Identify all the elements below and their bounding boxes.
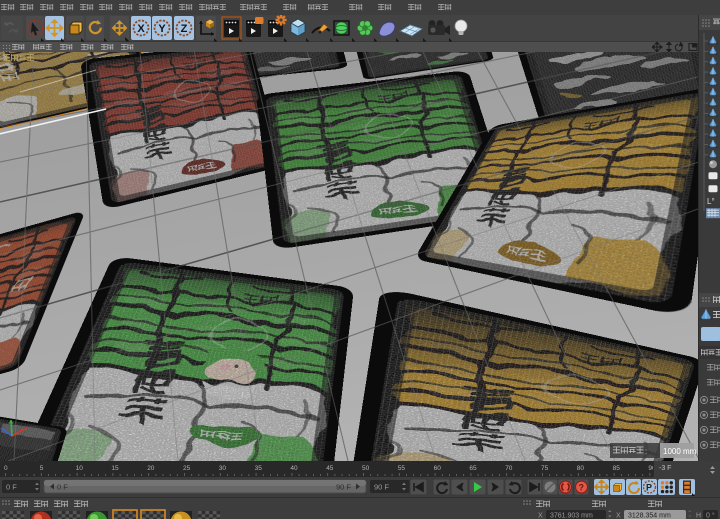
svg-text:55: 55 [398, 465, 406, 472]
svg-text:Z: Z [181, 23, 188, 35]
svg-text:40: 40 [290, 465, 298, 472]
svg-text:85: 85 [613, 465, 621, 472]
svg-text:P: P [646, 483, 652, 493]
svg-text:75: 75 [541, 465, 549, 472]
svg-text:90 F: 90 F [336, 483, 351, 492]
svg-text:X: X [538, 513, 543, 519]
svg-text:30: 30 [219, 465, 227, 472]
svg-text:10: 10 [76, 465, 84, 472]
svg-text:60: 60 [434, 465, 442, 472]
svg-text:35: 35 [255, 465, 263, 472]
svg-text:50: 50 [362, 465, 370, 472]
svg-text:5: 5 [40, 465, 44, 472]
svg-text:H: H [696, 513, 701, 519]
svg-text:Y: Y [158, 23, 166, 35]
svg-text:20: 20 [147, 465, 155, 472]
svg-text:0 F: 0 F [57, 483, 68, 492]
svg-text:70: 70 [505, 465, 513, 472]
svg-text:0 °: 0 ° [706, 512, 715, 519]
svg-text:65: 65 [469, 465, 477, 472]
svg-text:45: 45 [326, 465, 334, 472]
svg-text:3761.903 mm: 3761.903 mm [550, 513, 593, 519]
svg-text:X: X [137, 23, 145, 35]
svg-text:L°: L° [707, 197, 715, 206]
svg-text:0 F: 0 F [6, 483, 17, 492]
svg-text:90 F: 90 F [374, 483, 389, 492]
svg-text:15: 15 [111, 465, 119, 472]
svg-text:X: X [616, 513, 621, 519]
svg-text:3128.354 mm: 3128.354 mm [628, 513, 671, 519]
svg-text:1000 mm: 1000 mm [663, 447, 697, 456]
svg-text::: : [645, 447, 647, 456]
svg-text:0: 0 [4, 465, 8, 472]
svg-text:25: 25 [183, 465, 191, 472]
svg-text:80: 80 [577, 465, 585, 472]
svg-text:?: ? [579, 483, 585, 493]
